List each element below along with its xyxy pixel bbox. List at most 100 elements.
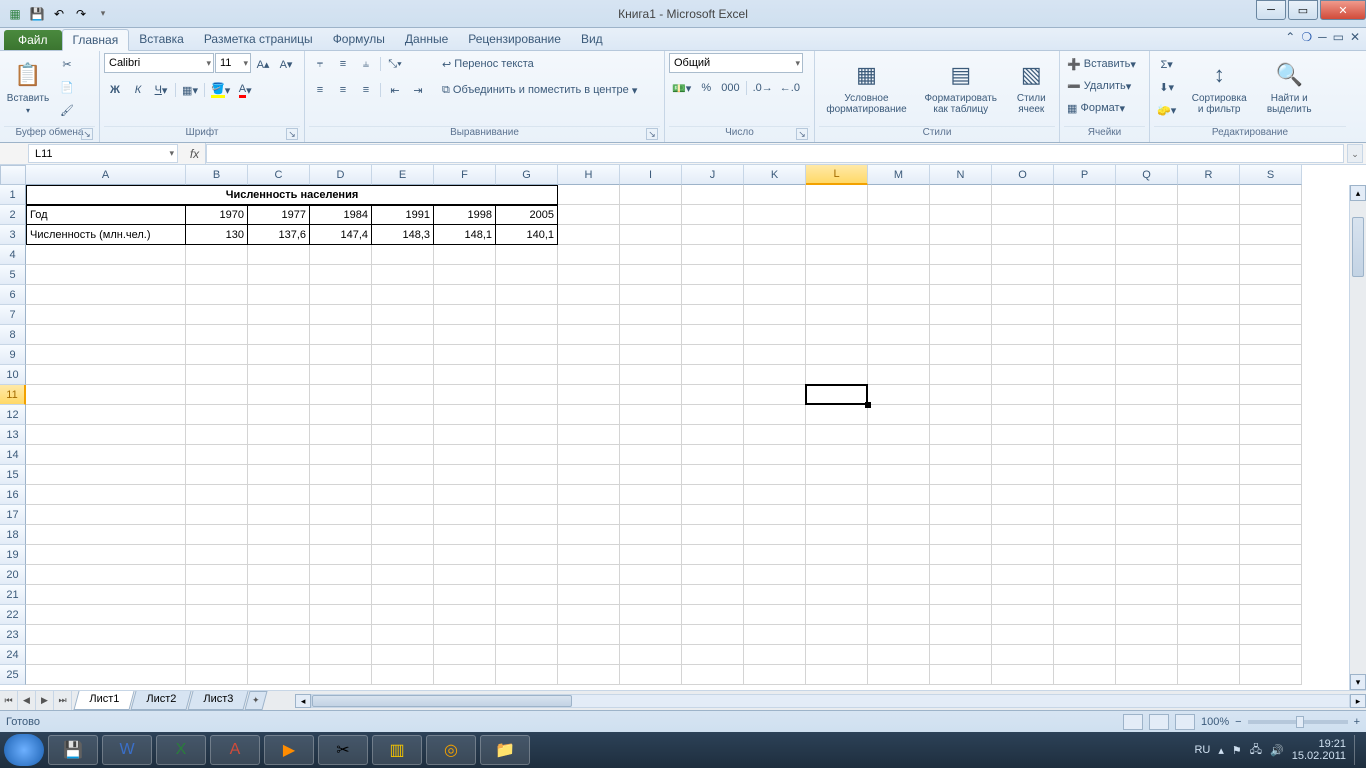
cell-A6[interactable] bbox=[26, 285, 186, 305]
row-header-11[interactable]: 11 bbox=[0, 385, 26, 405]
cell-C20[interactable] bbox=[248, 565, 310, 585]
column-header-I[interactable]: I bbox=[620, 165, 682, 185]
cell-B10[interactable] bbox=[186, 365, 248, 385]
cell-O17[interactable] bbox=[992, 505, 1054, 525]
taskbar-app-notes[interactable]: ▥ bbox=[372, 735, 422, 765]
cell-H8[interactable] bbox=[558, 325, 620, 345]
cell-A1[interactable]: Численность населения bbox=[26, 185, 558, 205]
increase-decimal-button[interactable]: .0→ bbox=[750, 77, 776, 99]
cell-G18[interactable] bbox=[496, 525, 558, 545]
cell-I12[interactable] bbox=[620, 405, 682, 425]
cell-E17[interactable] bbox=[372, 505, 434, 525]
zoom-out-button[interactable]: − bbox=[1235, 716, 1241, 728]
cell-K14[interactable] bbox=[744, 445, 806, 465]
cell-C21[interactable] bbox=[248, 585, 310, 605]
cell-F25[interactable] bbox=[434, 665, 496, 685]
cell-G2[interactable]: 2005 bbox=[496, 205, 558, 225]
cell-Q25[interactable] bbox=[1116, 665, 1178, 685]
select-all-corner[interactable] bbox=[0, 165, 26, 185]
cell-Q8[interactable] bbox=[1116, 325, 1178, 345]
cell-S2[interactable] bbox=[1240, 205, 1302, 225]
page-layout-view-button[interactable] bbox=[1149, 714, 1169, 730]
cell-Q19[interactable] bbox=[1116, 545, 1178, 565]
cell-P20[interactable] bbox=[1054, 565, 1116, 585]
cell-Q4[interactable] bbox=[1116, 245, 1178, 265]
tray-volume-icon[interactable]: 🔊 bbox=[1270, 744, 1284, 757]
cell-I20[interactable] bbox=[620, 565, 682, 585]
cell-B12[interactable] bbox=[186, 405, 248, 425]
cell-A21[interactable] bbox=[26, 585, 186, 605]
cell-A4[interactable] bbox=[26, 245, 186, 265]
cell-F10[interactable] bbox=[434, 365, 496, 385]
cell-N17[interactable] bbox=[930, 505, 992, 525]
cell-N16[interactable] bbox=[930, 485, 992, 505]
cell-G10[interactable] bbox=[496, 365, 558, 385]
cell-H18[interactable] bbox=[558, 525, 620, 545]
cell-Q20[interactable] bbox=[1116, 565, 1178, 585]
cell-E12[interactable] bbox=[372, 405, 434, 425]
column-header-B[interactable]: B bbox=[186, 165, 248, 185]
cell-S23[interactable] bbox=[1240, 625, 1302, 645]
cell-A18[interactable] bbox=[26, 525, 186, 545]
cell-D9[interactable] bbox=[310, 345, 372, 365]
cell-B24[interactable] bbox=[186, 645, 248, 665]
fill-button[interactable]: ⬇▾ bbox=[1154, 76, 1179, 98]
cell-A2[interactable]: Год bbox=[26, 205, 186, 225]
cell-F7[interactable] bbox=[434, 305, 496, 325]
cell-G14[interactable] bbox=[496, 445, 558, 465]
cell-K2[interactable] bbox=[744, 205, 806, 225]
cell-L9[interactable] bbox=[806, 345, 868, 365]
row-header-18[interactable]: 18 bbox=[0, 525, 26, 545]
page-break-view-button[interactable] bbox=[1175, 714, 1195, 730]
cell-R7[interactable] bbox=[1178, 305, 1240, 325]
column-header-R[interactable]: R bbox=[1178, 165, 1240, 185]
cell-S3[interactable] bbox=[1240, 225, 1302, 245]
cell-I10[interactable] bbox=[620, 365, 682, 385]
workbook-min-icon[interactable]: ─ bbox=[1318, 30, 1327, 44]
orientation-button[interactable]: ⤡▾ bbox=[384, 53, 406, 75]
cell-B21[interactable] bbox=[186, 585, 248, 605]
cell-Q10[interactable] bbox=[1116, 365, 1178, 385]
cell-A12[interactable] bbox=[26, 405, 186, 425]
cell-N25[interactable] bbox=[930, 665, 992, 685]
cell-L17[interactable] bbox=[806, 505, 868, 525]
align-bottom-button[interactable]: ⫨ bbox=[355, 53, 377, 75]
cell-J7[interactable] bbox=[682, 305, 744, 325]
cell-P17[interactable] bbox=[1054, 505, 1116, 525]
cell-O12[interactable] bbox=[992, 405, 1054, 425]
cell-A22[interactable] bbox=[26, 605, 186, 625]
cell-J13[interactable] bbox=[682, 425, 744, 445]
cell-G11[interactable] bbox=[496, 385, 558, 405]
tab-Данные[interactable]: Данные bbox=[395, 29, 458, 50]
cell-R23[interactable] bbox=[1178, 625, 1240, 645]
cell-H21[interactable] bbox=[558, 585, 620, 605]
cell-P19[interactable] bbox=[1054, 545, 1116, 565]
cell-D8[interactable] bbox=[310, 325, 372, 345]
redo-icon[interactable]: ↷ bbox=[72, 5, 90, 23]
cell-G16[interactable] bbox=[496, 485, 558, 505]
cell-G23[interactable] bbox=[496, 625, 558, 645]
alignment-dialog-icon[interactable]: ↘ bbox=[646, 128, 658, 140]
cell-H22[interactable] bbox=[558, 605, 620, 625]
cell-F12[interactable] bbox=[434, 405, 496, 425]
cell-J25[interactable] bbox=[682, 665, 744, 685]
new-sheet-button[interactable]: ✦ bbox=[245, 691, 268, 710]
cell-I19[interactable] bbox=[620, 545, 682, 565]
cell-Q24[interactable] bbox=[1116, 645, 1178, 665]
cell-S22[interactable] bbox=[1240, 605, 1302, 625]
sheet-nav-prev[interactable]: ◀ bbox=[18, 691, 36, 710]
cell-H20[interactable] bbox=[558, 565, 620, 585]
cell-D6[interactable] bbox=[310, 285, 372, 305]
cell-A3[interactable]: Численность (млн.чел.) bbox=[26, 225, 186, 245]
cell-H24[interactable] bbox=[558, 645, 620, 665]
cell-J24[interactable] bbox=[682, 645, 744, 665]
cell-R3[interactable] bbox=[1178, 225, 1240, 245]
cell-Q13[interactable] bbox=[1116, 425, 1178, 445]
cell-Q14[interactable] bbox=[1116, 445, 1178, 465]
cell-O11[interactable] bbox=[992, 385, 1054, 405]
cell-S8[interactable] bbox=[1240, 325, 1302, 345]
cell-L7[interactable] bbox=[806, 305, 868, 325]
cell-D15[interactable] bbox=[310, 465, 372, 485]
format-cells-button[interactable]: ▦ Формат▾ bbox=[1064, 97, 1146, 119]
cell-J20[interactable] bbox=[682, 565, 744, 585]
